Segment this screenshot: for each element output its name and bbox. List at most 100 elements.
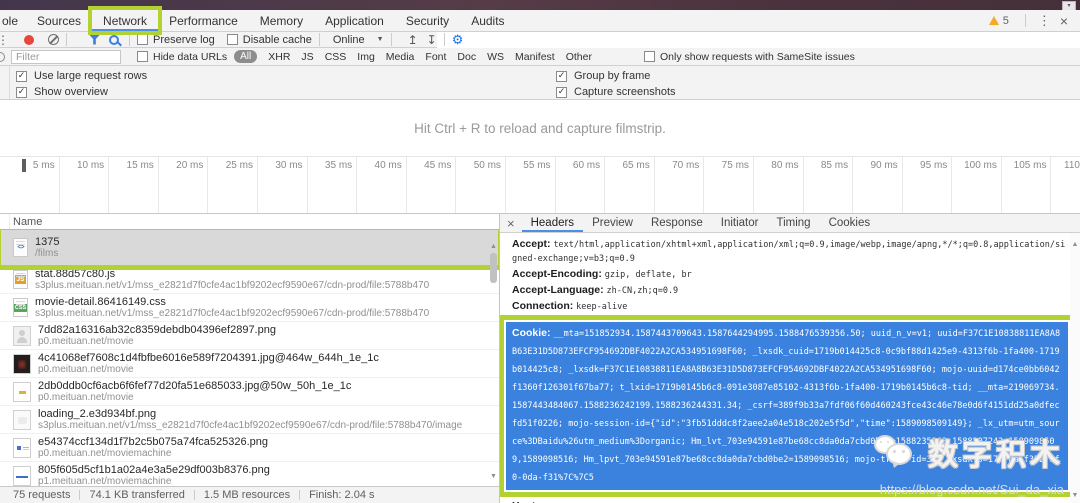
group-by-frame-label: Group by frame (574, 70, 651, 82)
tab-audits[interactable]: Audits (460, 10, 515, 31)
filter-type-doc[interactable]: Doc (457, 51, 476, 63)
divider (66, 33, 67, 46)
disable-cache-checkbox[interactable] (226, 34, 238, 45)
table-row[interactable]: movie-detail.86416149.css s3plus.meituan… (0, 294, 499, 322)
filter-type-font[interactable]: Font (425, 51, 446, 63)
filter-type-manifest[interactable]: Manifest (515, 51, 555, 63)
dock-menu-icon-partial[interactable] (0, 33, 9, 47)
capture-screenshots-label: Capture screenshots (574, 86, 676, 98)
filter-type-img[interactable]: Img (357, 51, 375, 63)
scroll-down-icon[interactable] (1070, 492, 1080, 499)
record-button[interactable] (24, 34, 34, 45)
timeline-ruler-ticks: 5 ms 10 ms 15 ms 20 ms 25 ms 30 ms 35 ms 40 ms 4… (10, 157, 1080, 213)
request-rows: 1375 /films stat.88d57c80.js s3plus.meit… (0, 229, 499, 486)
headers-body: Accepttext/html,application/xhtml+xml,ap… (500, 233, 1070, 503)
tab-initiator[interactable]: Initiator (712, 214, 768, 232)
divider (443, 33, 445, 46)
scroll-up-icon[interactable] (1070, 241, 1080, 248)
tab-preview[interactable]: Preview (583, 214, 642, 232)
filter-type-ws[interactable]: WS (487, 51, 504, 63)
details-scrollbar[interactable] (1070, 233, 1080, 503)
tab-cookies[interactable]: Cookies (820, 214, 880, 232)
table-row[interactable]: loading_2.e3d934bf.png s3plus.meituan.ne… (0, 406, 499, 434)
tab-headers[interactable]: Headers (522, 214, 583, 232)
close-devtools-icon[interactable] (1056, 13, 1072, 29)
table-row[interactable]: stat.88d57c80.js s3plus.meituan.net/v1/m… (0, 266, 499, 294)
request-url: s3plus.meituan.net/v1/mss_e2821d7f0cfe4a… (35, 308, 430, 319)
export-har-icon[interactable] (427, 33, 437, 47)
chevron-down-icon[interactable] (377, 36, 384, 43)
divider (390, 33, 392, 46)
request-url: s3plus.meituan.net/v1/mss_e2821d7f0cfe4a… (38, 420, 463, 431)
table-row[interactable]: 7dd82a16316ab32c8359debdb04396ef2897.png… (0, 322, 499, 350)
ruler-tick: 50 ms (456, 157, 506, 213)
more-menu-icon[interactable] (1033, 13, 1056, 29)
tab-network[interactable]: Network (88, 6, 163, 35)
tab-response[interactable]: Response (642, 214, 712, 232)
filter-icon[interactable] (89, 34, 100, 45)
show-overview-checkbox[interactable] (16, 86, 27, 98)
tab-console-partial[interactable]: ole (0, 10, 26, 31)
image-thumbnail (13, 409, 31, 430)
use-large-rows-checkbox[interactable] (16, 70, 27, 82)
scroll-down-icon[interactable] (489, 473, 498, 480)
search-icon[interactable] (109, 34, 119, 45)
table-row[interactable]: 4c41068ef7608c1d4fbfbe6016e589f7204391.j… (0, 350, 499, 378)
filter-type-xhr[interactable]: XHR (268, 51, 290, 63)
request-url: /films (35, 248, 59, 259)
capture-screenshots-checkbox[interactable] (556, 86, 567, 98)
import-har-icon[interactable] (408, 33, 418, 47)
filter-type-all[interactable]: All (234, 50, 258, 63)
filmstrip-hint: Hit Ctrl + R to reload and capture films… (414, 120, 666, 136)
filter-funnel-icon-partial[interactable] (0, 51, 5, 62)
clear-icon[interactable] (48, 34, 59, 45)
divider (193, 490, 195, 500)
list-scrollbar[interactable] (489, 229, 498, 486)
filter-input[interactable] (11, 49, 121, 64)
samesite-checkbox[interactable] (643, 51, 655, 62)
table-row-selected[interactable]: 1375 /films (0, 229, 499, 270)
ruler-tick: 105 ms (1002, 157, 1052, 213)
request-name: 805f605d5cf1b1a02a4e3a5e29df003b8376.png (38, 464, 270, 476)
tab-timing[interactable]: Timing (767, 214, 819, 232)
table-row[interactable]: 805f605d5cf1b1a02a4e3a5e29df003b8376.png… (0, 462, 499, 486)
divider (1024, 14, 1026, 27)
table-row[interactable]: e54374ccf134d1f7b2c5b075a74fca525326.png… (0, 434, 499, 462)
filter-type-js[interactable]: JS (301, 51, 313, 63)
group-by-frame-checkbox[interactable] (556, 70, 567, 82)
tab-performance[interactable]: Performance (158, 10, 249, 31)
disable-cache-label: Disable cache (242, 33, 312, 46)
tab-security[interactable]: Security (395, 10, 460, 31)
scroll-up-icon[interactable] (489, 243, 498, 250)
finish-time: Finish: 2.04 s (309, 489, 375, 501)
timeline-overview[interactable]: 5 ms 10 ms 15 ms 20 ms 25 ms 30 ms 35 ms 40 ms 4… (0, 156, 1080, 214)
image-thumbnail (13, 465, 31, 486)
tab-sources[interactable]: Sources (26, 10, 92, 31)
tab-application[interactable]: Application (314, 10, 395, 31)
tab-memory[interactable]: Memory (249, 10, 314, 31)
request-list-panel: Name 1375 /films stat.88d57c80.js s3plus… (0, 214, 500, 503)
throttling-select[interactable]: Online (333, 34, 365, 46)
request-name: 7dd82a16316ab32c8359debdb04396ef2897.png (38, 324, 276, 336)
ruler-tick: 80 ms (754, 157, 804, 213)
image-thumbnail (13, 325, 31, 346)
samesite-label: Only show requests with SameSite issues (659, 50, 855, 63)
settings-gear-icon[interactable] (452, 32, 464, 48)
scrollbar-thumb[interactable] (490, 253, 497, 283)
table-row[interactable]: 2db0ddb0cf6acb6f6fef77d20fa51e685033.jpg… (0, 378, 499, 406)
filter-type-media[interactable]: Media (386, 51, 415, 63)
ruler-tick: 90 ms (853, 157, 903, 213)
filter-type-css[interactable]: CSS (325, 51, 347, 63)
request-name: stat.88d57c80.js (35, 268, 116, 280)
header-line: Hostmaoyan.com (512, 499, 1068, 503)
close-details-icon[interactable] (500, 214, 522, 232)
name-column-header[interactable]: Name (0, 214, 499, 230)
ruler-tick: 75 ms (704, 157, 754, 213)
hide-data-urls-checkbox[interactable] (137, 51, 148, 62)
warning-icon[interactable] (988, 16, 999, 25)
ruler-tick: 25 ms (208, 157, 258, 213)
filter-type-other[interactable]: Other (566, 51, 592, 63)
ruler-tick: 95 ms (903, 157, 953, 213)
preserve-log-checkbox[interactable] (137, 34, 148, 45)
details-tabbar: Headers Preview Response Initiator Timin… (500, 214, 1080, 233)
